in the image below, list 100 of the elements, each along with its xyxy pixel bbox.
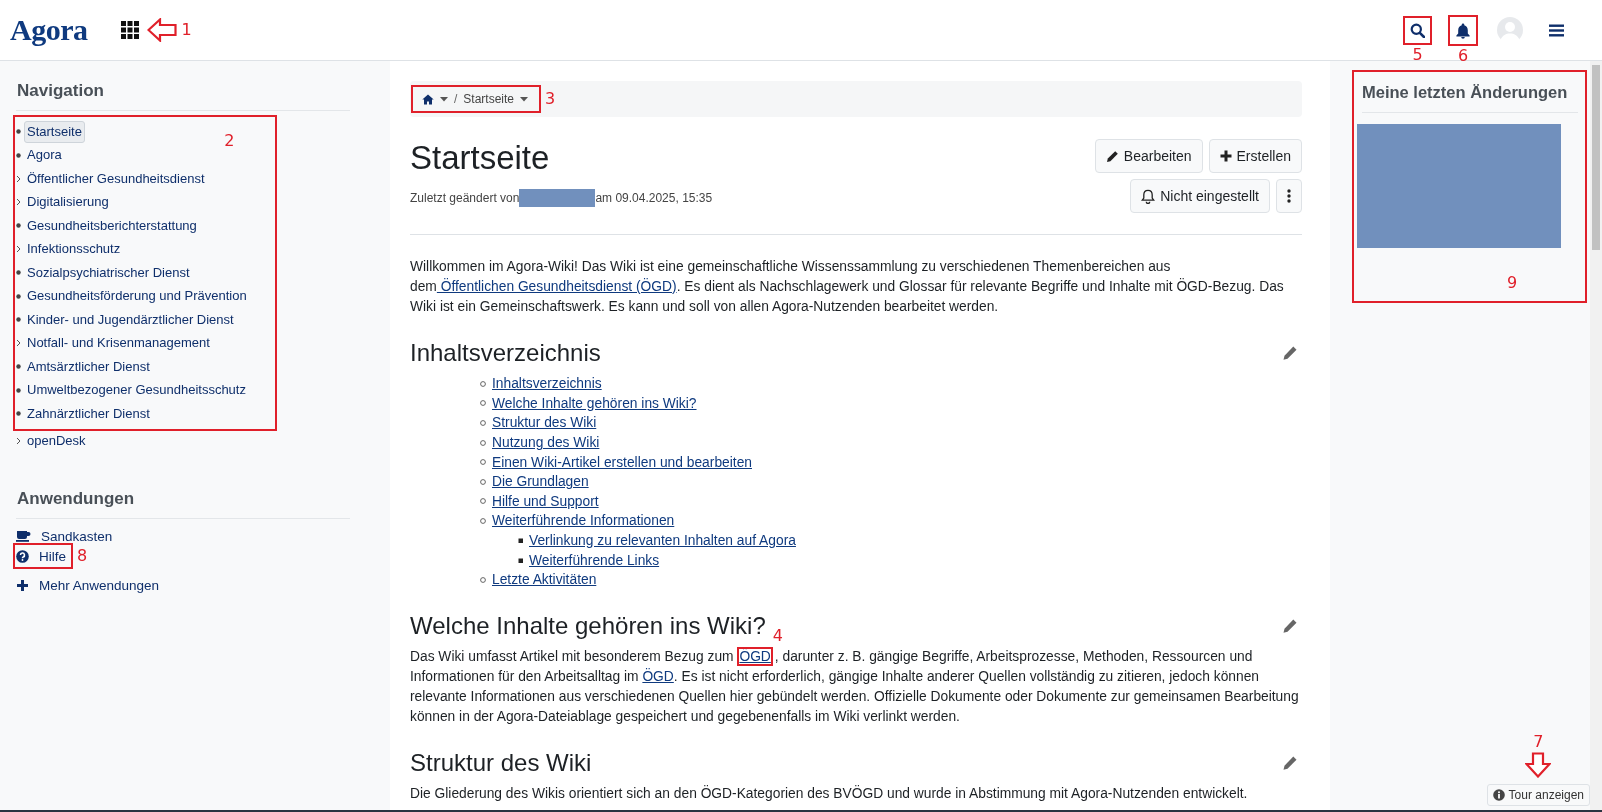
toc-link[interactable]: Welche Inhalte gehören ins Wiki? xyxy=(492,395,697,411)
section-heading: Welche Inhalte gehören ins Wiki? xyxy=(410,611,766,640)
bullet-icon xyxy=(480,439,486,446)
annotation-number: 2 xyxy=(224,133,235,149)
nav-link[interactable]: Kinder- und Jugendärztlicher Dienst xyxy=(24,308,237,331)
search-icon xyxy=(1410,22,1425,38)
nav-link[interactable]: Sozialpsychiatrischer Dienst xyxy=(24,261,193,284)
annotation-box xyxy=(1403,15,1432,45)
meta-text: am 09.04.2025, 15:35 xyxy=(595,191,713,205)
bullet-icon xyxy=(16,270,21,276)
text-link[interactable]: ÖGD xyxy=(739,648,771,664)
annotation-number: 7 xyxy=(1533,734,1544,750)
bullet-icon xyxy=(480,420,486,426)
app-link[interactable]: Mehr Anwendungen xyxy=(39,577,160,593)
more-button[interactable] xyxy=(1276,179,1302,213)
text-link[interactable]: ÖGD xyxy=(642,668,674,684)
bell-icon xyxy=(1141,188,1156,204)
nav-link[interactable]: Gesundheitsförderung und Prävention xyxy=(24,285,250,308)
section-heading: Navigation xyxy=(16,79,350,111)
toc-link[interactable]: Hilfe und Support xyxy=(492,493,599,509)
more-icon xyxy=(1287,189,1291,203)
menu-icon xyxy=(1549,23,1564,37)
section-heading: Struktur des Wiki xyxy=(410,748,592,777)
breadcrumb-link[interactable]: Startseite xyxy=(463,92,515,106)
page-title: Startseite xyxy=(410,139,551,177)
bullet-icon xyxy=(480,517,486,524)
nav-link[interactable]: Öffentlicher Gesundheitsdienst xyxy=(24,167,208,190)
bullet-icon xyxy=(518,557,523,563)
chevron-icon xyxy=(16,174,21,183)
paragraph: Die Gliederung des Wikis orientiert sich an den ÖGD-Kategorien des BVÖGD und wurde in Abstimmung mit Agora-Nutzenden entwickelt. xyxy=(410,784,1249,803)
action-button[interactable]: Bearbeiten xyxy=(1094,139,1203,173)
nav-link[interactable]: Zahnärztlicher Dienst xyxy=(24,402,153,425)
paragraph: Willkommen im Agora-Wiki! Das Wiki ist eine gemeinschaftliche Wissenssammlung zu verschiedenen Themenbereichen aus dem Öffentlichen Gesundheitsdienst (ÖGD). Es dient als Nachschlagewerk und Glossar für relevante Begriffe und Inhalte mit ÖGD-Bezug. Das Wiki ist ein Gemeinschaftswerk. Es kann und soll von allen Agora-Nutzenden bearbeitet werden. xyxy=(410,258,1285,316)
nav-link[interactable]: Umweltbezogener Gesundheitsschutz xyxy=(24,379,249,402)
grid-icon xyxy=(121,21,140,39)
nav-link[interactable]: Digitalisierung xyxy=(24,191,112,214)
nav-link[interactable]: Startseite xyxy=(24,120,85,143)
annotation-number: 3 xyxy=(545,91,556,107)
section-heading: Inhaltsverzeichnis xyxy=(410,339,601,367)
bell-icon xyxy=(1455,21,1471,39)
annotation-number: 6 xyxy=(1458,47,1469,64)
home-icon xyxy=(422,93,434,105)
bullet-icon xyxy=(480,576,486,583)
nav-link[interactable]: Amtsärztlicher Dienst xyxy=(24,355,153,378)
bullet-icon xyxy=(16,223,21,229)
plus-icon xyxy=(16,578,29,592)
nav-link[interactable]: openDesk xyxy=(24,430,89,453)
help-icon xyxy=(16,549,29,563)
pencil-icon xyxy=(1105,149,1119,163)
annotation-number: 9 xyxy=(1507,275,1518,291)
app-link[interactable]: Hilfe xyxy=(39,548,66,564)
paragraph: Das Wiki umfasst Artikel mit besonderem Bezug zum ÖGD , darunter z. B. gängige Begriffe, Arbeitsprozesse, Methoden, Ressourcen und Informationen für den Arbeitsalltag im ÖGD. Es ist nicht erforderlich, gängige Inhalte anderer Quellen vollständig zu zitieren, jedoch können relevante Informationen aus verschiedenen Quellen hier gebündelt werden. Offizielle Dokumente oder Dokumente zur gemeinsamen Bearbeitung können in der Agora-Dateiablage gespeichert und gegebenenfalls im Wiki verlinkt werden. xyxy=(410,647,1300,726)
toc-link[interactable]: Verlinkung zu relevanten Inhalten auf Agora xyxy=(529,533,796,549)
nav-link[interactable]: Agora xyxy=(24,144,65,167)
annotation-box xyxy=(13,543,73,569)
caret-icon[interactable] xyxy=(440,96,448,102)
toc-link[interactable]: Letzte Aktivitäten xyxy=(492,572,597,588)
toc-link[interactable]: Weiterführende Links xyxy=(529,552,660,568)
annotation-number: 5 xyxy=(1412,46,1423,63)
bullet-icon xyxy=(16,387,21,393)
bullet-icon xyxy=(16,411,21,417)
action-button[interactable]: Erstellen xyxy=(1208,139,1302,173)
bullet-icon xyxy=(16,129,21,135)
annotation-number: 4 xyxy=(772,627,784,644)
action-button[interactable]: Nicht eingestellt xyxy=(1130,179,1270,213)
text-link[interactable]: Öffentlichen Gesundheitsdienst (ÖGD) xyxy=(436,279,677,294)
caret-icon[interactable] xyxy=(520,96,529,102)
chevron-icon xyxy=(16,339,21,348)
bullet-icon xyxy=(480,380,486,387)
plus-icon xyxy=(1219,150,1232,162)
pencil-icon xyxy=(1282,754,1298,771)
toc-link[interactable]: Weiterführende Informationen xyxy=(492,513,675,529)
panel-title: Meine letzten Änderungen xyxy=(1362,83,1578,113)
annotation-number: 8 xyxy=(77,548,88,564)
toc-link[interactable]: Struktur des Wiki xyxy=(492,415,597,431)
chevron-icon xyxy=(16,437,21,446)
nav-link[interactable]: Infektionsschutz xyxy=(24,238,124,261)
cup-icon xyxy=(16,530,31,542)
annotation-box xyxy=(1448,14,1478,46)
toc-link[interactable]: Einen Wiki-Artikel erstellen und bearbeiten xyxy=(492,454,752,470)
toc-link[interactable]: Nutzung des Wiki xyxy=(492,435,600,451)
chevron-icon xyxy=(16,245,21,254)
toc-link[interactable]: Inhaltsverzeichnis xyxy=(492,376,602,392)
app-link[interactable]: Sandkasten xyxy=(41,528,113,544)
breadcrumb-separator: / xyxy=(454,92,458,106)
nav-link[interactable]: Notfall- und Krisenmanagement xyxy=(24,332,213,355)
logo[interactable]: Agora xyxy=(10,13,88,47)
annotation-number: 1 xyxy=(181,22,192,38)
info-icon xyxy=(1492,789,1505,801)
tour-button[interactable]: Tour anzeigen xyxy=(1486,784,1590,806)
bullet-icon xyxy=(480,400,486,407)
bullet-icon xyxy=(16,293,21,299)
bullet-icon xyxy=(16,317,21,323)
bullet-icon xyxy=(480,459,486,466)
toc-link[interactable]: Die Grundlagen xyxy=(492,474,589,490)
bullet-icon xyxy=(480,498,486,505)
nav-link[interactable]: Gesundheitsberichterstattung xyxy=(24,214,200,237)
meta-text: Zuletzt geändert von xyxy=(410,191,520,205)
section-heading: Anwendungen xyxy=(16,487,350,519)
annotation-arrow xyxy=(1525,752,1552,778)
